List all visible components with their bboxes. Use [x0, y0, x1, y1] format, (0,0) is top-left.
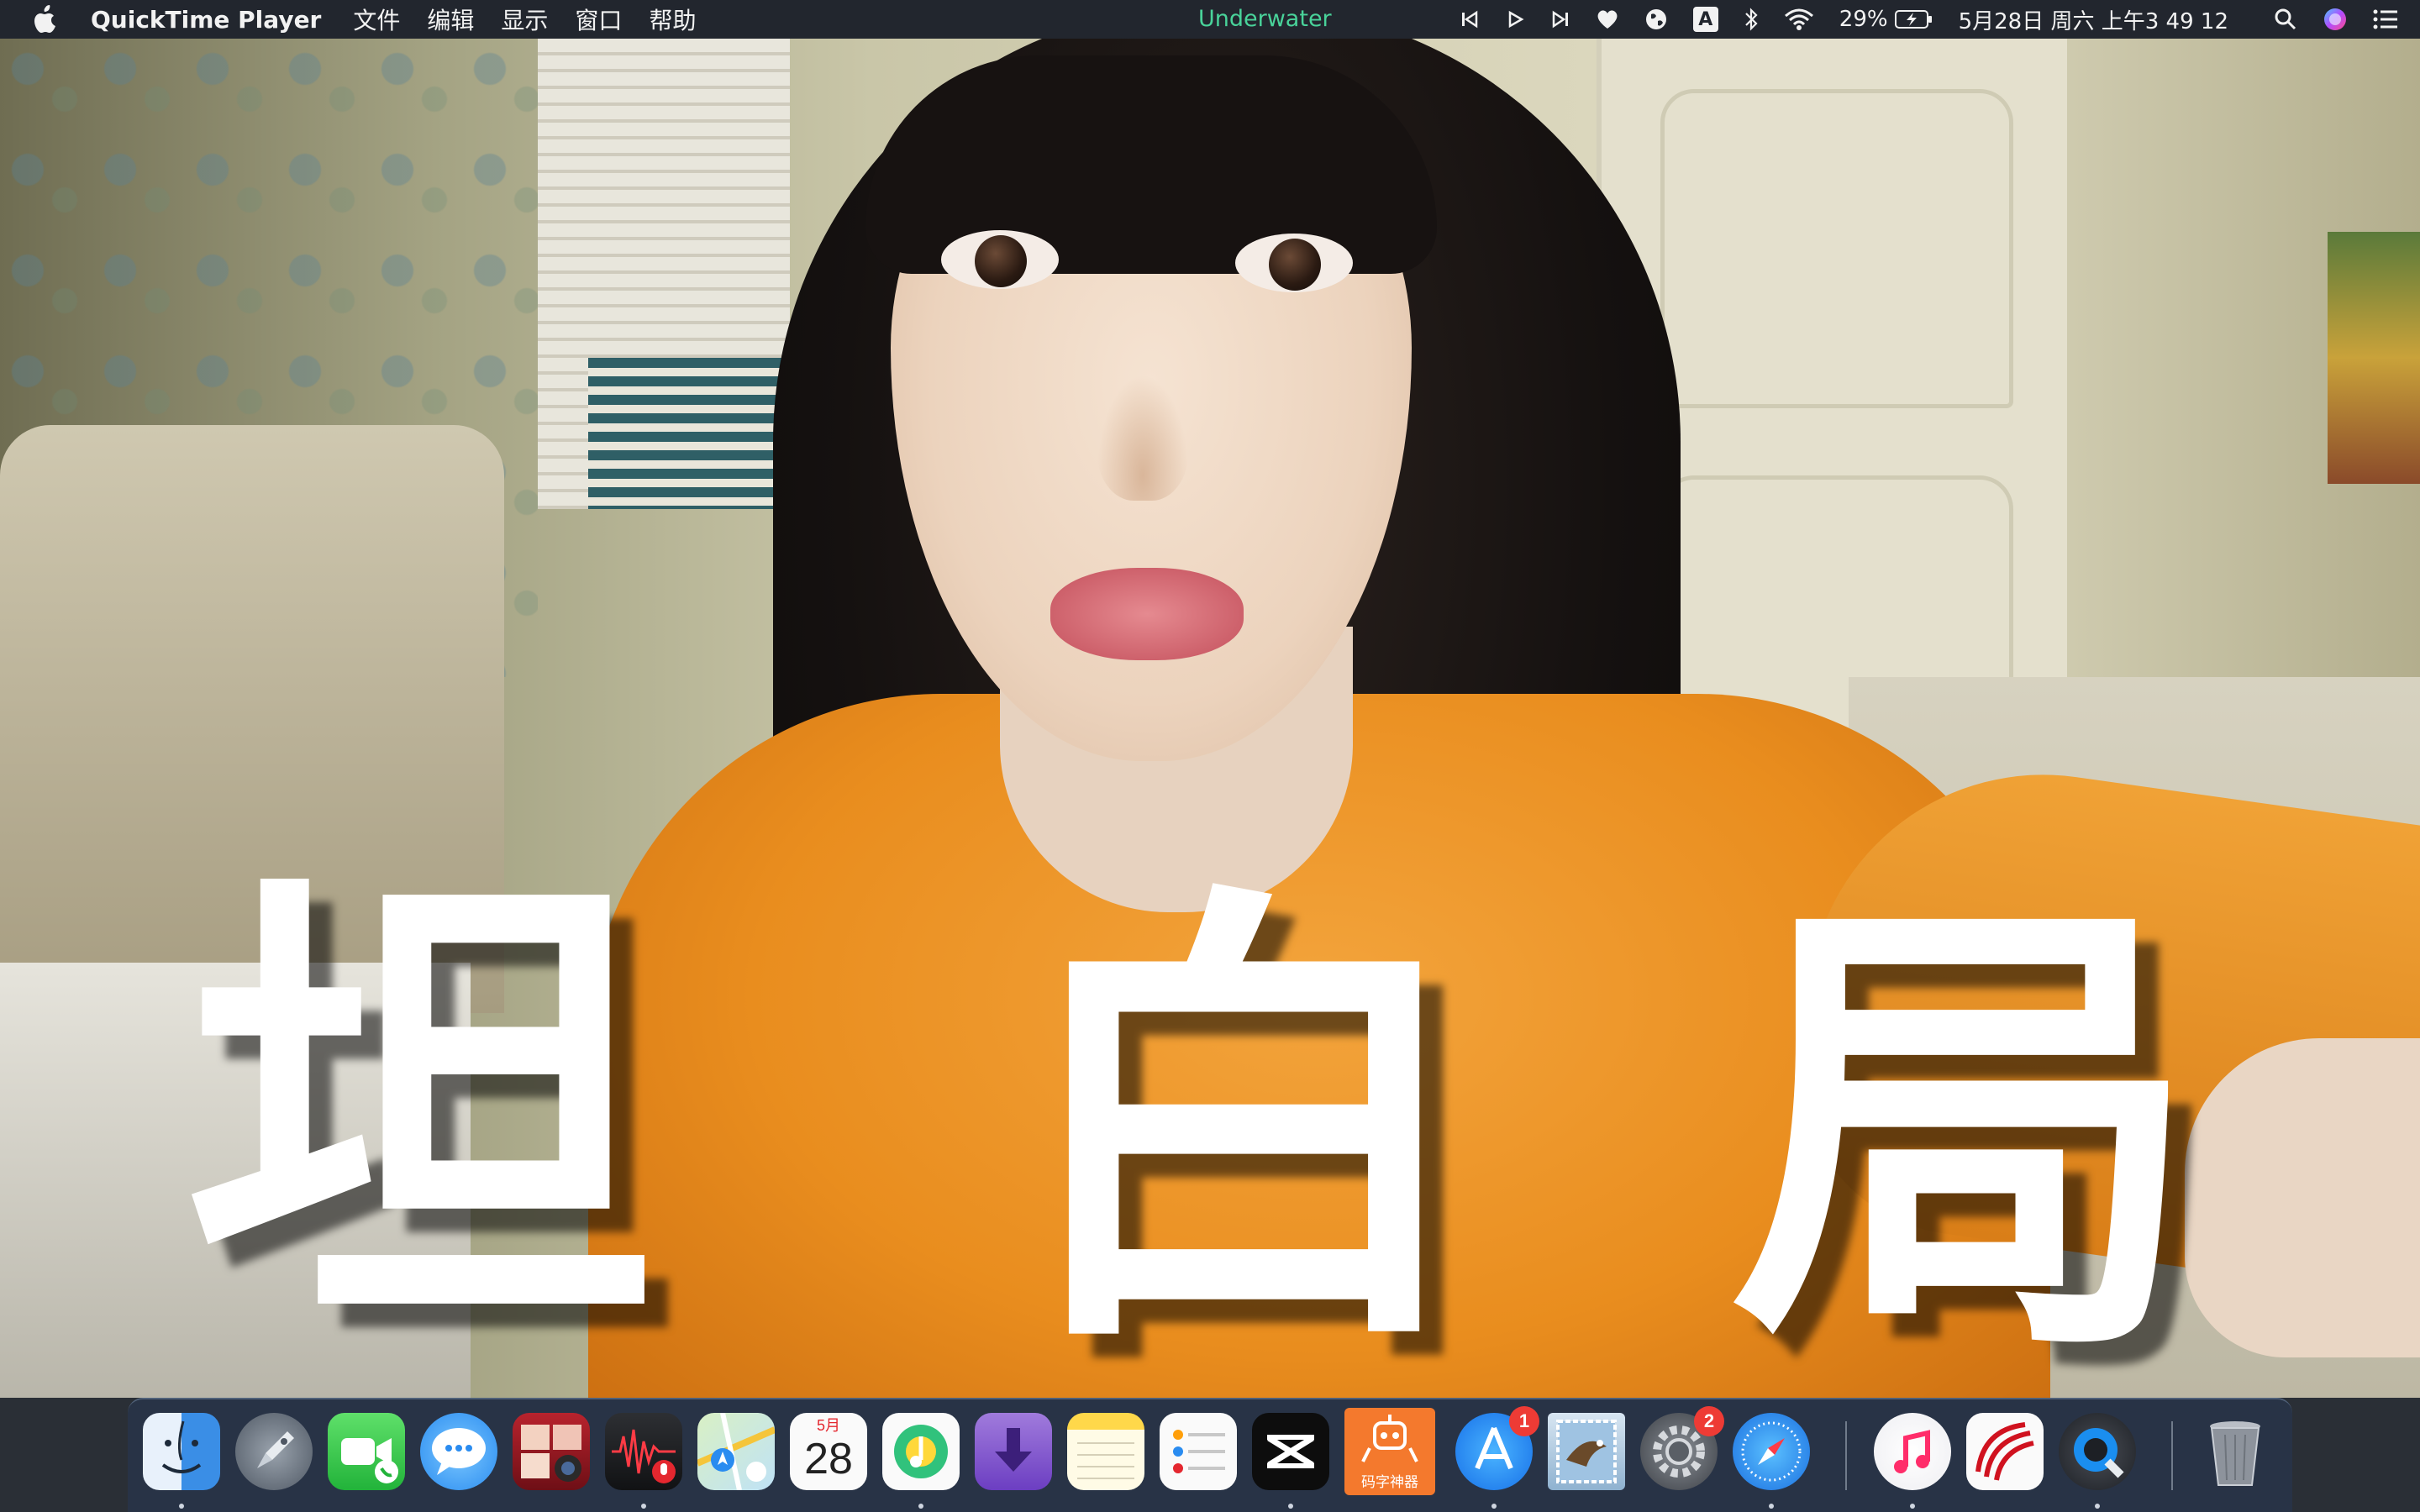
app-store-badge: 1	[1509, 1406, 1539, 1436]
launchpad-icon[interactable]	[235, 1413, 313, 1490]
reminders-icon[interactable]	[1160, 1413, 1237, 1490]
menu-view[interactable]: 显示	[501, 3, 548, 36]
previous-track-icon[interactable]	[1460, 9, 1480, 29]
app-store-running-indicator	[1491, 1504, 1497, 1509]
siri-icon[interactable]	[2323, 7, 2348, 32]
air-vent	[588, 358, 798, 509]
now-playing-title[interactable]: Underwater	[1198, 6, 1332, 32]
globe-icon[interactable]	[1644, 8, 1668, 31]
capcut-running-indicator	[1288, 1504, 1293, 1509]
dock: 5月 28 码字神器 1 2	[128, 1398, 2292, 1512]
input-method-indicator[interactable]: A	[1692, 7, 1718, 32]
dock-separator-2	[2171, 1421, 2173, 1490]
quicktime-player-icon[interactable]	[2059, 1413, 2136, 1490]
calendar-day: 28	[804, 1435, 853, 1483]
wall-poster	[2328, 232, 2420, 484]
media-app-icon[interactable]	[1966, 1413, 2044, 1490]
left-eye	[941, 230, 1059, 289]
qq-music-icon[interactable]	[882, 1413, 960, 1490]
heart-icon[interactable]	[1596, 8, 1619, 30]
menu-help[interactable]: 帮助	[649, 3, 696, 36]
menu-file[interactable]: 文件	[353, 3, 400, 36]
caption-char-3: 局	[1731, 861, 2202, 1398]
battery-charging-icon[interactable]	[1894, 9, 1933, 29]
menu-bar: QuickTime Player 文件 编辑 显示 窗口 帮助 Underwat…	[0, 0, 2420, 39]
bluetooth-icon[interactable]	[1744, 7, 1759, 32]
person-bangs	[865, 55, 1437, 274]
system-preferences-icon[interactable]: 2	[1640, 1406, 1724, 1490]
preview-icon[interactable]	[1548, 1413, 1625, 1490]
video-frame[interactable]: 坦 白 局	[0, 39, 2420, 1398]
safari-running-indicator	[1769, 1504, 1774, 1509]
audio-recorder-icon[interactable]	[605, 1413, 682, 1490]
writing-tool-icon[interactable]: 码字神器	[1344, 1408, 1435, 1495]
itunes-running-indicator	[1910, 1504, 1915, 1509]
person-hand	[2185, 1038, 2420, 1357]
capcut-icon[interactable]	[1252, 1413, 1329, 1490]
app-store-icon[interactable]: 1	[1455, 1406, 1539, 1490]
finder-running-indicator	[179, 1504, 184, 1509]
qq-music-running-indicator	[918, 1504, 923, 1509]
dock-separator	[1845, 1421, 1847, 1490]
caption-char-2: 白	[1008, 853, 1479, 1398]
play-icon[interactable]	[1505, 9, 1525, 29]
calendar-month: 5月	[816, 1417, 840, 1434]
person-nose	[1097, 375, 1189, 501]
messages-icon[interactable]	[420, 1413, 497, 1490]
quicktime-running-indicator	[2095, 1504, 2100, 1509]
finder-icon[interactable]	[143, 1413, 220, 1490]
notes-icon[interactable]	[1067, 1413, 1144, 1490]
writing-tool-label: 码字神器	[1361, 1474, 1418, 1490]
safari-icon[interactable]	[1733, 1413, 1810, 1490]
menu-window[interactable]: 窗口	[575, 3, 622, 36]
trash-icon[interactable]	[2196, 1413, 2274, 1490]
photo-booth-icon[interactable]	[513, 1413, 590, 1490]
wifi-icon[interactable]	[1784, 8, 1814, 31]
audio-recorder-running-indicator	[641, 1504, 646, 1509]
calendar-icon[interactable]: 5月 28	[790, 1413, 867, 1490]
app-name-menu[interactable]: QuickTime Player	[91, 6, 321, 34]
itunes-icon[interactable]	[1874, 1413, 1951, 1490]
right-eye	[1235, 234, 1353, 292]
spotlight-search-icon[interactable]	[2274, 8, 2297, 31]
system-preferences-badge: 2	[1694, 1406, 1724, 1436]
next-track-icon[interactable]	[1550, 9, 1570, 29]
downloads-icon[interactable]	[975, 1413, 1052, 1490]
clock[interactable]: 5月28日 周六 上午3 49 12	[1959, 4, 2228, 35]
menu-edit[interactable]: 编辑	[427, 3, 474, 36]
caption-char-1: 坦	[185, 840, 655, 1388]
facetime-icon[interactable]	[328, 1413, 405, 1490]
apple-menu-icon[interactable]	[34, 5, 59, 34]
maps-icon[interactable]	[696, 1412, 776, 1491]
battery-percentage[interactable]: 29%	[1839, 7, 1888, 32]
person-lips	[1050, 568, 1244, 660]
notification-center-icon[interactable]	[2373, 8, 2398, 30]
